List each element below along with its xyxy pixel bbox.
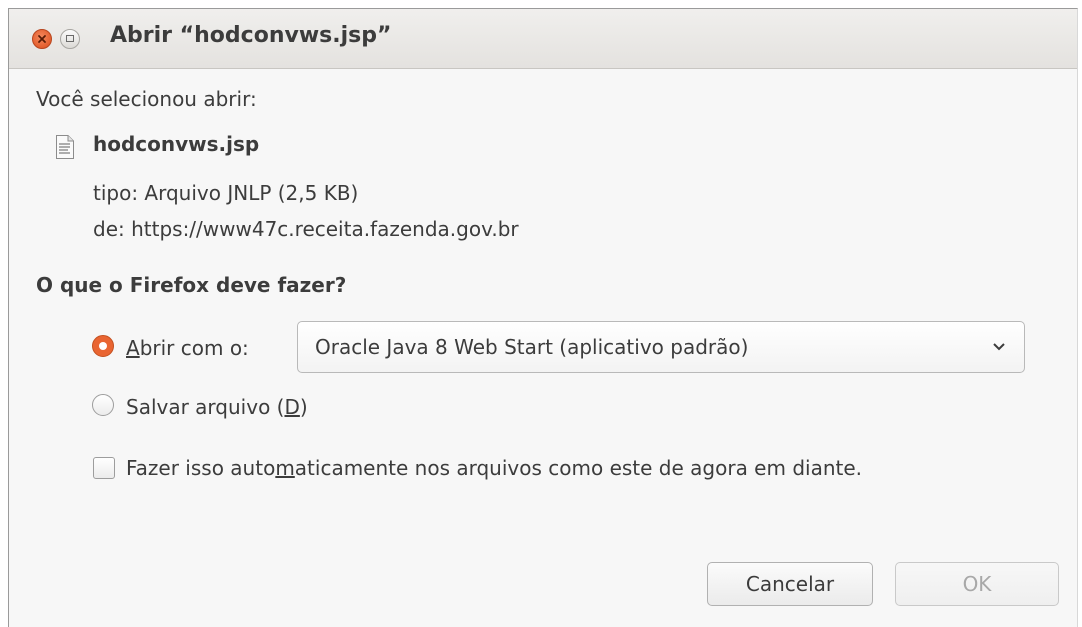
- intro-label: Você selecionou abrir:: [36, 87, 257, 111]
- open-with-radio[interactable]: [92, 335, 114, 357]
- dialog-window: Abrir “hodconvws.jsp” Você selecionou ab…: [8, 8, 1078, 627]
- application-select[interactable]: Oracle Java 8 Web Start (aplicativo padr…: [297, 321, 1025, 373]
- open-with-label[interactable]: Abrir com o:: [126, 336, 249, 360]
- save-file-label[interactable]: Salvar arquivo (D): [126, 395, 308, 419]
- window-title: Abrir “hodconvws.jsp”: [110, 23, 392, 48]
- close-icon[interactable]: [32, 29, 52, 49]
- save-file-radio[interactable]: [92, 394, 114, 416]
- action-question: O que o Firefox deve fazer?: [36, 273, 347, 297]
- text-file-icon: [56, 135, 74, 159]
- file-name: hodconvws.jsp: [93, 132, 260, 156]
- cancel-button[interactable]: Cancelar: [707, 562, 873, 606]
- application-select-value: Oracle Java 8 Web Start (aplicativo padr…: [315, 335, 749, 359]
- auto-action-checkbox[interactable]: [93, 457, 115, 479]
- chevron-down-icon: [993, 343, 1005, 351]
- file-type: tipo: Arquivo JNLP (2,5 KB): [93, 181, 359, 205]
- auto-action-label[interactable]: Fazer isso automaticamente nos arquivos …: [126, 456, 862, 480]
- title-bar[interactable]: Abrir “hodconvws.jsp”: [9, 9, 1077, 69]
- file-source: de: https://www47c.receita.fazenda.gov.b…: [93, 217, 519, 241]
- maximize-icon[interactable]: [60, 29, 80, 49]
- ok-button[interactable]: OK: [895, 562, 1059, 606]
